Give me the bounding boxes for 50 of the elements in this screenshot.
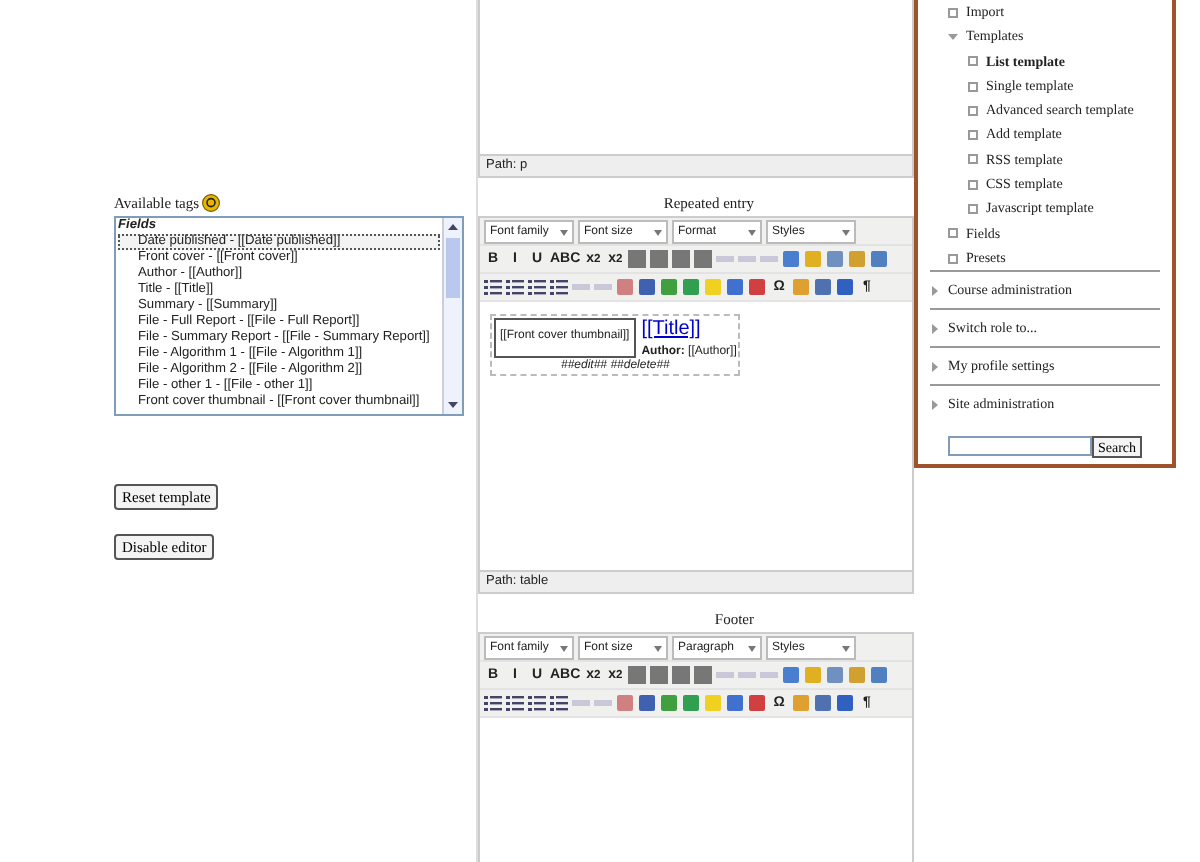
tool-icon[interactable]	[726, 278, 744, 296]
tool-icon[interactable]	[826, 666, 845, 684]
list-icon[interactable]	[484, 278, 502, 296]
bullet-icon	[968, 204, 978, 215]
list-icon[interactable]	[528, 278, 546, 296]
list-icon[interactable]	[550, 694, 568, 712]
tool-icon[interactable]	[748, 694, 766, 712]
bullet-icon	[968, 179, 978, 190]
expand-arrow-icon[interactable]	[930, 323, 940, 334]
list-icon[interactable]	[506, 278, 524, 296]
tool-icon[interactable]	[616, 694, 634, 712]
list-icon[interactable]	[528, 694, 546, 712]
tool-icon[interactable]	[726, 694, 744, 712]
scrollbar[interactable]	[442, 218, 462, 414]
bullet-icon	[968, 154, 978, 165]
tool-icon[interactable]	[782, 666, 801, 684]
tool-icon[interactable]	[616, 278, 634, 296]
tool-icon[interactable]	[748, 278, 766, 296]
list-icon[interactable]	[506, 694, 524, 712]
bullet-icon	[968, 130, 978, 141]
expand-arrow-icon[interactable]	[948, 31, 958, 42]
tool-icon[interactable]	[814, 694, 832, 712]
tool-icon[interactable]	[638, 694, 656, 712]
list-icon[interactable]	[484, 694, 502, 712]
tool-icon[interactable]	[660, 278, 678, 296]
bullet-icon	[948, 7, 958, 18]
bullet-icon	[968, 81, 978, 92]
tool-icon[interactable]	[638, 278, 656, 296]
bullet-icon	[948, 228, 958, 239]
tool-icon[interactable]	[870, 250, 889, 268]
bullet-icon	[968, 105, 978, 116]
tool-icon[interactable]	[782, 250, 801, 268]
title-link[interactable]: [[Title]]	[641, 318, 737, 340]
expand-arrow-icon[interactable]	[930, 399, 940, 410]
tool-icon[interactable]	[836, 278, 854, 296]
tags-list[interactable]	[114, 216, 464, 416]
tool-icon[interactable]	[870, 666, 889, 684]
tool-icon[interactable]	[660, 694, 678, 712]
tool-icon[interactable]	[682, 278, 700, 296]
list-icon[interactable]	[550, 278, 568, 296]
bullet-icon	[948, 253, 958, 264]
expand-arrow-icon[interactable]	[930, 361, 940, 372]
search-field[interactable]	[947, 436, 1092, 457]
tool-icon[interactable]	[836, 694, 854, 712]
tool-icon[interactable]	[814, 278, 832, 296]
help-icon[interactable]	[201, 194, 220, 212]
expand-arrow-icon[interactable]	[930, 285, 940, 296]
tool-icon[interactable]	[826, 250, 845, 268]
tool-icon[interactable]	[682, 694, 700, 712]
bullet-icon	[968, 56, 978, 67]
